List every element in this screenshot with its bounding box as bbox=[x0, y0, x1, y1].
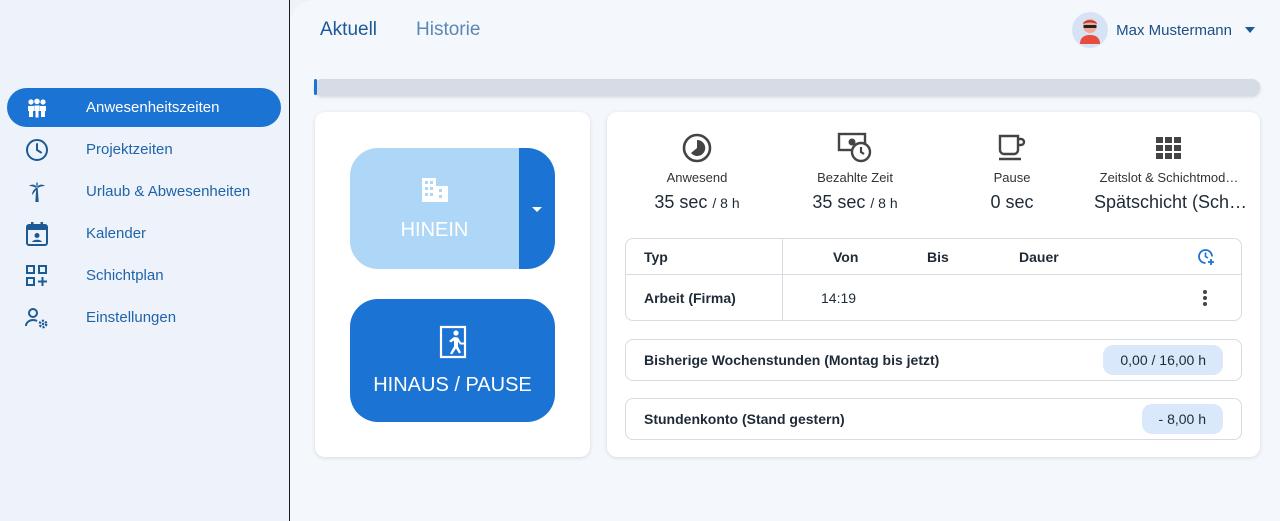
stat-label: Anwesend bbox=[666, 170, 728, 185]
sidebar-item-label: Kalender bbox=[86, 225, 147, 242]
money-clock-icon bbox=[805, 132, 905, 164]
sidebar-item-projektzeiten[interactable]: Projektzeiten bbox=[7, 130, 281, 169]
stat-shift: Zeitslot & Schichtmod… Spätschicht (Sch… bbox=[1094, 132, 1248, 213]
status-card: Anwesend 35 sec / 8 h Bezahlte Zeit 35 s… bbox=[607, 112, 1260, 457]
sidebar-item-schichtplan[interactable]: Schichtplan bbox=[7, 256, 281, 295]
sidebar-item-label: Anwesenheitszeiten bbox=[86, 99, 220, 116]
check-in-label: HINEIN bbox=[400, 218, 469, 241]
table-row[interactable]: Arbeit (Firma) 14:19 bbox=[626, 275, 1241, 321]
present-value: 35 sec bbox=[654, 192, 708, 212]
stat-label: Zeitslot & Schichtmod… bbox=[1099, 170, 1239, 185]
cell-von: 14:19 bbox=[821, 290, 857, 306]
sidebar-item-einstellungen[interactable]: Einstellungen bbox=[7, 298, 281, 337]
sidebar-header bbox=[0, 0, 289, 62]
weekly-hours-badge: 0,00 / 16,00 h bbox=[1103, 345, 1223, 375]
paid-value: 35 sec bbox=[812, 192, 866, 212]
sidebar-item-label: Projektzeiten bbox=[86, 141, 173, 158]
more-vert-icon[interactable] bbox=[1202, 275, 1208, 321]
time-entries-table: Typ Von Bis Dauer Arbeit (Firma) 14:19 bbox=[625, 238, 1242, 321]
user-menu[interactable]: Max Mustermann bbox=[1072, 12, 1256, 48]
check-in-button-group: HINEIN bbox=[350, 148, 555, 269]
check-in-dropdown-button[interactable] bbox=[519, 148, 555, 269]
check-in-button[interactable]: HINEIN bbox=[350, 148, 519, 269]
column-header-typ: Typ bbox=[644, 248, 668, 265]
chevron-down-icon bbox=[1244, 21, 1256, 39]
hours-account-box: Stundenkonto (Stand gestern) - 8,00 h bbox=[625, 398, 1242, 440]
pie-clock-icon bbox=[647, 132, 747, 164]
stat-label: Bezahlte Zeit bbox=[817, 170, 893, 185]
top-bar: Aktuell Historie Max Mustermann bbox=[290, 0, 1280, 62]
column-header-bis: Bis bbox=[927, 248, 949, 265]
weekly-hours-box: Bisherige Wochenstunden (Montag bis jetz… bbox=[625, 339, 1242, 381]
paid-target: / 8 h bbox=[870, 195, 898, 211]
calendar-icon bbox=[7, 221, 67, 246]
building-icon bbox=[420, 176, 450, 209]
exit-door-icon bbox=[439, 325, 467, 364]
stat-label: Pause bbox=[993, 170, 1031, 185]
add-time-icon[interactable] bbox=[1197, 239, 1215, 274]
stats-row: Anwesend 35 sec / 8 h Bezahlte Zeit 35 s… bbox=[607, 132, 1260, 222]
sidebar-item-anwesenheitszeiten[interactable]: Anwesenheitszeiten bbox=[7, 88, 281, 127]
action-card: HINEIN HINAUS / PAUSE bbox=[315, 112, 590, 457]
avatar bbox=[1072, 12, 1109, 48]
grid-plus-icon bbox=[7, 264, 67, 287]
table-header: Typ Von Bis Dauer bbox=[626, 239, 1241, 275]
tab-historie[interactable]: Historie bbox=[416, 19, 480, 41]
column-header-dauer: Dauer bbox=[1019, 248, 1059, 265]
tab-aktuell[interactable]: Aktuell bbox=[320, 19, 377, 41]
sidebar-item-label: Urlaub & Abwesenheiten bbox=[86, 183, 251, 200]
cell-typ: Arbeit (Firma) bbox=[644, 290, 736, 306]
stat-present: Anwesend 35 sec / 8 h bbox=[647, 132, 747, 213]
palm-tree-icon bbox=[7, 180, 67, 204]
main-content: HINEIN HINAUS / PAUSE Anwesend 35 sec / bbox=[290, 62, 1280, 521]
sidebar-item-kalender[interactable]: Kalender bbox=[7, 214, 281, 253]
clock-icon bbox=[7, 138, 67, 162]
stat-pause: Pause 0 sec bbox=[972, 132, 1052, 213]
progress-fill bbox=[314, 79, 317, 95]
grid-icon bbox=[1094, 132, 1244, 164]
hours-account-label: Stundenkonto (Stand gestern) bbox=[644, 411, 845, 427]
progress-bar bbox=[314, 79, 1260, 95]
coffee-cup-icon bbox=[972, 132, 1052, 164]
stat-value: 35 sec / 8 h bbox=[647, 192, 747, 213]
column-header-von: Von bbox=[833, 248, 859, 265]
stat-value: 0 sec bbox=[990, 192, 1034, 212]
stat-value: 35 sec / 8 h bbox=[805, 192, 905, 213]
caret-down-icon bbox=[531, 200, 543, 218]
sidebar: Anwesenheitszeiten Projektzeiten Urlaub … bbox=[0, 0, 290, 521]
check-out-button[interactable]: HINAUS / PAUSE bbox=[350, 299, 555, 422]
hours-account-badge: - 8,00 h bbox=[1141, 404, 1223, 434]
people-icon bbox=[7, 98, 67, 118]
check-out-label: HINAUS / PAUSE bbox=[373, 373, 532, 396]
present-target: / 8 h bbox=[712, 195, 740, 211]
stat-paid: Bezahlte Zeit 35 sec / 8 h bbox=[805, 132, 905, 213]
sidebar-item-label: Einstellungen bbox=[86, 309, 177, 326]
weekly-hours-label: Bisherige Wochenstunden (Montag bis jetz… bbox=[644, 352, 940, 368]
user-name: Max Mustermann bbox=[1116, 21, 1232, 39]
sidebar-item-label: Schichtplan bbox=[86, 267, 164, 284]
user-settings-icon bbox=[7, 306, 67, 330]
sidebar-item-urlaub[interactable]: Urlaub & Abwesenheiten bbox=[7, 172, 281, 211]
sidebar-nav: Anwesenheitszeiten Projektzeiten Urlaub … bbox=[7, 88, 281, 340]
stat-value: Spätschicht (Sch… bbox=[1094, 192, 1248, 212]
